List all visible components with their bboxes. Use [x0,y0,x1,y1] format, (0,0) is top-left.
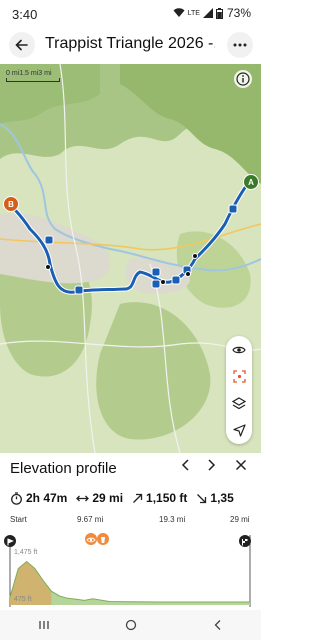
poi-drink-marker[interactable] [97,533,109,545]
start-marker[interactable]: A [243,174,259,190]
recenter-button[interactable] [226,363,252,390]
descent-arrow-icon [197,493,207,503]
chevron-left-icon [214,620,220,630]
elevation-panel: Elevation profile 2h 47m 29 mi 1,150 ft … [0,453,261,610]
descent-value: 1,35 [210,491,234,505]
map-canvas [0,64,261,453]
battery-icon [215,7,223,19]
duration-value: 2h 47m [26,491,68,505]
home-circle-icon [125,619,136,631]
close-icon [235,459,247,471]
distance-value: 29 mi [92,491,124,505]
finish-flag-marker[interactable] [239,535,251,547]
distance-label-1: 9.67 mi [77,515,104,524]
ascent-stat: 1,150 ft [132,491,187,505]
elevation-chart[interactable] [0,525,261,610]
focus-frame-icon [232,370,246,383]
elevation-area [9,560,250,605]
signal-icon [202,8,213,18]
back-nav-button[interactable] [208,615,228,635]
distance-stat: 29 mi [76,491,123,505]
arrow-left-icon [15,39,28,51]
layers-icon [232,397,246,410]
eye-icon [86,537,96,543]
close-button[interactable] [235,458,249,476]
system-nav-bar [0,610,261,640]
route-map[interactable]: 0 mi1.5 mi3 mi A B [0,64,261,453]
start-flag-marker[interactable] [4,535,16,547]
page-title: Trappist Triangle 2026 -... [45,35,215,52]
status-time: 3:40 [12,7,38,22]
layers-button[interactable] [226,390,252,417]
navigate-button[interactable] [226,417,252,444]
route-stats: 2h 47m 29 mi 1,150 ft 1,35 [10,491,261,505]
visibility-button[interactable] [226,336,252,363]
info-button[interactable] [234,70,252,88]
stopwatch-icon [11,491,22,505]
glass-icon [101,537,105,543]
home-button[interactable] [121,615,141,635]
status-bar: 3:40 LTE 73% [0,0,261,28]
distance-arrows-icon [76,495,90,501]
distance-label-2: 19.3 mi [159,515,186,524]
wifi-icon [173,8,185,18]
end-marker[interactable]: B [3,196,19,212]
eye-icon [232,346,246,353]
distance-label-start: Start [10,515,27,524]
map-toolbar [226,336,252,444]
navigation-arrow-icon [232,424,246,437]
info-icon [236,72,250,86]
scale-bar-line [6,78,60,82]
back-button[interactable] [9,32,35,58]
elevation-max-label: 1,475 ft [14,549,38,556]
scale-label: 0 mi1.5 mi3 mi [6,70,52,77]
app-header: Trappist Triangle 2026 -... [0,28,261,64]
next-button[interactable] [206,458,220,476]
flag-icon [7,538,14,546]
checkered-flag-icon [242,539,248,546]
recent-apps-button[interactable] [34,615,54,635]
duration-stat: 2h 47m [10,491,67,505]
chevron-left-icon [181,459,189,471]
descent-stat: 1,35 [196,491,234,505]
more-button[interactable] [227,32,253,58]
distance-label-end: 29 mi [230,515,250,524]
status-icons: LTE 73% [173,6,251,20]
elevation-title: Elevation profile [10,460,117,477]
scale-bar: 0 mi1.5 mi3 mi [6,70,60,82]
chevron-right-icon [208,459,216,471]
poi-view-marker[interactable] [85,533,97,545]
more-dots-icon [233,43,247,47]
ascent-value: 1,150 ft [146,491,188,505]
ascent-arrow-icon [133,493,143,503]
battery-percent: 73% [226,6,251,20]
previous-button[interactable] [181,458,195,476]
recent-apps-icon [38,621,49,629]
network-type: LTE [187,9,200,17]
elevation-min-label: 475 ft [14,596,32,603]
